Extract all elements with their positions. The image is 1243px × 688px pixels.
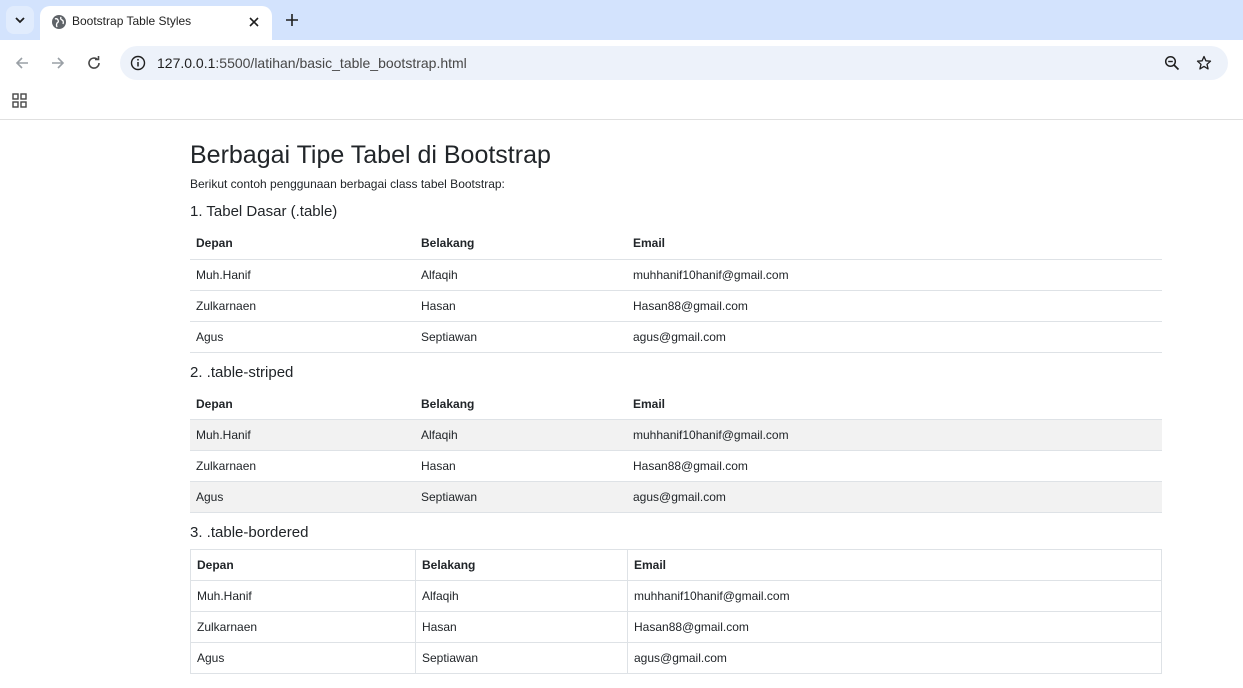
column-header: Belakang — [415, 549, 628, 581]
table-header-row: Depan Belakang Email — [190, 549, 1162, 581]
column-header: Depan — [196, 236, 233, 251]
globe-icon — [52, 15, 66, 29]
column-header: Belakang — [421, 236, 475, 251]
table-cell: Septiawan — [421, 490, 478, 504]
table-heading-basic: 1. Tabel Dasar (.table) — [190, 203, 338, 220]
tab-close-button[interactable] — [244, 12, 264, 32]
table-cell: Zulkarnaen — [196, 459, 257, 473]
table-cell: Hasan88@gmail.com — [633, 298, 748, 313]
table-cell: Agus — [196, 490, 224, 504]
column-header: Depan — [190, 549, 416, 581]
table-header-row: Depan Belakang Email — [190, 389, 1162, 420]
table-row: Agus Septiawan agus@gmail.com — [190, 321, 1162, 352]
chevron-down-icon — [15, 17, 25, 24]
table-cell: Septiawan — [415, 642, 628, 674]
table-bordered: Depan Belakang Email Muh.Hanif Alfaqih m… — [190, 549, 1162, 674]
address-bar[interactable]: 127.0.0.1:5500/latihan/basic_table_boots… — [120, 46, 1228, 80]
url-host: 127.0.0.1 — [157, 55, 216, 71]
bookmark-button[interactable] — [1194, 53, 1214, 73]
bookmarks-bar — [0, 86, 1243, 120]
table-row: Zulkarnaen Hasan Hasan88@gmail.com — [190, 611, 1162, 643]
table-cell: Agus — [190, 642, 416, 674]
table-header-row: Depan Belakang Email — [190, 228, 1162, 259]
column-header: Email — [633, 236, 666, 251]
table-heading-bordered: 3. .table-bordered — [190, 524, 309, 541]
apps-grid-icon[interactable] — [11, 92, 29, 110]
table-row: Zulkarnaen Hasan Hasan88@gmail.com — [190, 451, 1162, 482]
tab-search-button[interactable] — [6, 6, 34, 34]
table-cell: Hasan — [421, 298, 456, 313]
url-path: :5500/latihan/basic_table_bootstrap.html — [215, 55, 467, 71]
table-cell: Agus — [196, 329, 224, 344]
page-title: Berbagai Tipe Tabel di Bootstrap — [190, 141, 551, 169]
zoom-button[interactable] — [1162, 53, 1182, 73]
table-row: Muh.Hanif Alfaqih muhhanif10hanif@gmail.… — [190, 580, 1162, 612]
table-cell: Hasan — [421, 459, 456, 473]
column-header: Depan — [196, 396, 233, 411]
table-cell: Muh.Hanif — [190, 580, 416, 612]
column-header: Belakang — [421, 396, 475, 411]
table-striped: Depan Belakang Email Muh.Hanif Alfaqih m… — [190, 389, 1162, 514]
star-icon — [1196, 55, 1212, 70]
table-cell: Muh.Hanif — [196, 267, 251, 282]
table-row: Agus Septiawan agus@gmail.com — [190, 481, 1162, 513]
forward-button[interactable] — [46, 51, 70, 75]
reload-button[interactable] — [82, 51, 106, 75]
info-icon — [130, 55, 146, 71]
site-info-button[interactable] — [128, 53, 148, 73]
table-cell: muhhanif10hanif@gmail.com — [627, 580, 1162, 612]
active-tab[interactable]: Bootstrap Table Styles — [40, 6, 272, 40]
page-content: Berbagai Tipe Tabel di Bootstrap Berikut… — [190, 121, 1162, 674]
table-row: Muh.Hanif Alfaqih muhhanif10hanif@gmail.… — [190, 419, 1162, 451]
browser-toolbar: 127.0.0.1:5500/latihan/basic_table_boots… — [0, 40, 1243, 86]
reload-icon — [88, 56, 100, 69]
table-cell: Hasan88@gmail.com — [633, 459, 748, 473]
table-cell: Hasan88@gmail.com — [627, 611, 1162, 643]
page-intro: Berikut contoh penggunaan berbagai class… — [190, 177, 505, 191]
arrow-left-icon — [15, 57, 28, 69]
column-header: Email — [627, 549, 1162, 581]
table-cell: Alfaqih — [415, 580, 628, 612]
url-text[interactable]: 127.0.0.1:5500/latihan/basic_table_boots… — [157, 55, 467, 71]
table-cell: Alfaqih — [421, 267, 458, 282]
table-cell: Muh.Hanif — [196, 428, 251, 442]
table-cell: Alfaqih — [421, 428, 458, 442]
table-row: Zulkarnaen Hasan Hasan88@gmail.com — [190, 290, 1162, 321]
plus-icon — [286, 14, 298, 26]
zoom-out-icon — [1164, 55, 1180, 71]
tab-title: Bootstrap Table Styles — [72, 14, 192, 28]
back-button[interactable] — [10, 51, 34, 75]
table-cell: Zulkarnaen — [196, 298, 257, 313]
table-heading-striped: 2. .table-striped — [190, 363, 294, 381]
table-cell: Zulkarnaen — [190, 611, 416, 643]
table-cell: agus@gmail.com — [633, 329, 726, 344]
arrow-right-icon — [52, 57, 65, 69]
table-cell: muhhanif10hanif@gmail.com — [633, 428, 789, 442]
tab-strip: Bootstrap Table Styles — [0, 0, 1243, 40]
table-cell: Hasan — [415, 611, 628, 643]
table-cell: muhhanif10hanif@gmail.com — [633, 267, 789, 282]
table-cell: agus@gmail.com — [633, 490, 726, 504]
table-row: Agus Septiawan agus@gmail.com — [190, 642, 1162, 674]
table-cell: Septiawan — [421, 329, 478, 344]
table-row: Muh.Hanif Alfaqih muhhanif10hanif@gmail.… — [190, 259, 1162, 290]
column-header: Email — [633, 396, 666, 411]
close-icon — [249, 17, 259, 27]
table-basic: Depan Belakang Email Muh.Hanif Alfaqih m… — [190, 228, 1162, 353]
table-cell: agus@gmail.com — [627, 642, 1162, 674]
new-tab-button[interactable] — [280, 8, 304, 32]
